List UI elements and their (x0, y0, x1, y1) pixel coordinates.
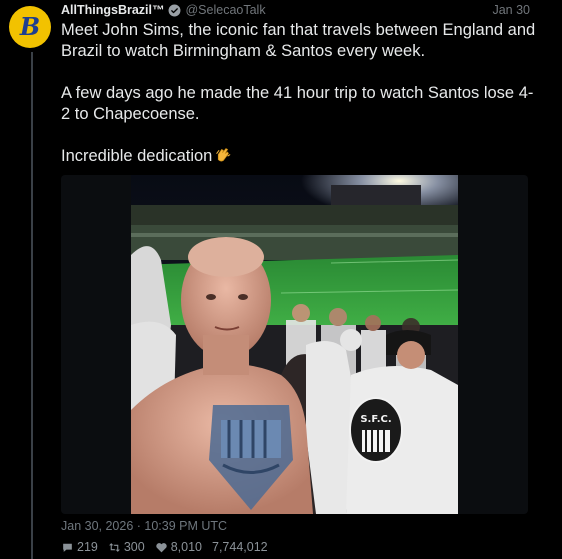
tweet-timestamp[interactable]: Jan 30, 2026 · 10:39 PM UTC (61, 519, 227, 533)
fan-stadium-photo[interactable]: S.F.C. (131, 175, 458, 514)
svg-text:B: B (19, 12, 40, 41)
reply-stat[interactable]: 219 (61, 540, 98, 554)
handle[interactable]: @SelecaoTalk (185, 3, 265, 17)
like-stat[interactable]: 8,010 (155, 540, 202, 554)
reply-icon (63, 543, 72, 552)
reply-count: 219 (77, 540, 98, 554)
tweet-paragraph: Meet John Sims, the iconic fan that trav… (61, 21, 536, 60)
thread-line (31, 52, 33, 559)
tweet-stats: 219 300 8,010 7,744,012 (61, 540, 268, 554)
retweet-stat[interactable]: 300 (108, 540, 145, 554)
tweet-date[interactable]: Jan 30 (492, 3, 530, 17)
like-count: 8,010 (170, 540, 202, 554)
avatar[interactable]: B (9, 6, 51, 48)
view-stat[interactable]: 7,744,012 (212, 540, 268, 554)
verified-badge-icon (169, 4, 181, 16)
heart-icon (156, 542, 167, 552)
view-count: 7,744,012 (212, 540, 268, 554)
retweet-icon (108, 542, 120, 552)
retweet-count: 300 (123, 540, 145, 554)
tweet-paragraph-last: Incredible dedication (61, 146, 536, 167)
display-name[interactable]: AllThingsBrazil™ (61, 3, 164, 17)
tweet-media[interactable]: S.F.C. (61, 175, 528, 514)
tweet-text: Meet John Sims, the iconic fan that trav… (61, 20, 536, 188)
svg-text:S.F.C.: S.F.C. (360, 414, 391, 425)
tweet-header: AllThingsBrazil™ @SelecaoTalk Jan 30 (61, 2, 530, 18)
tweet-paragraph: A few days ago he made the 41 hour trip … (61, 84, 534, 123)
avatar-logo-icon: B (10, 7, 50, 47)
clapping-hands-icon (216, 148, 231, 162)
